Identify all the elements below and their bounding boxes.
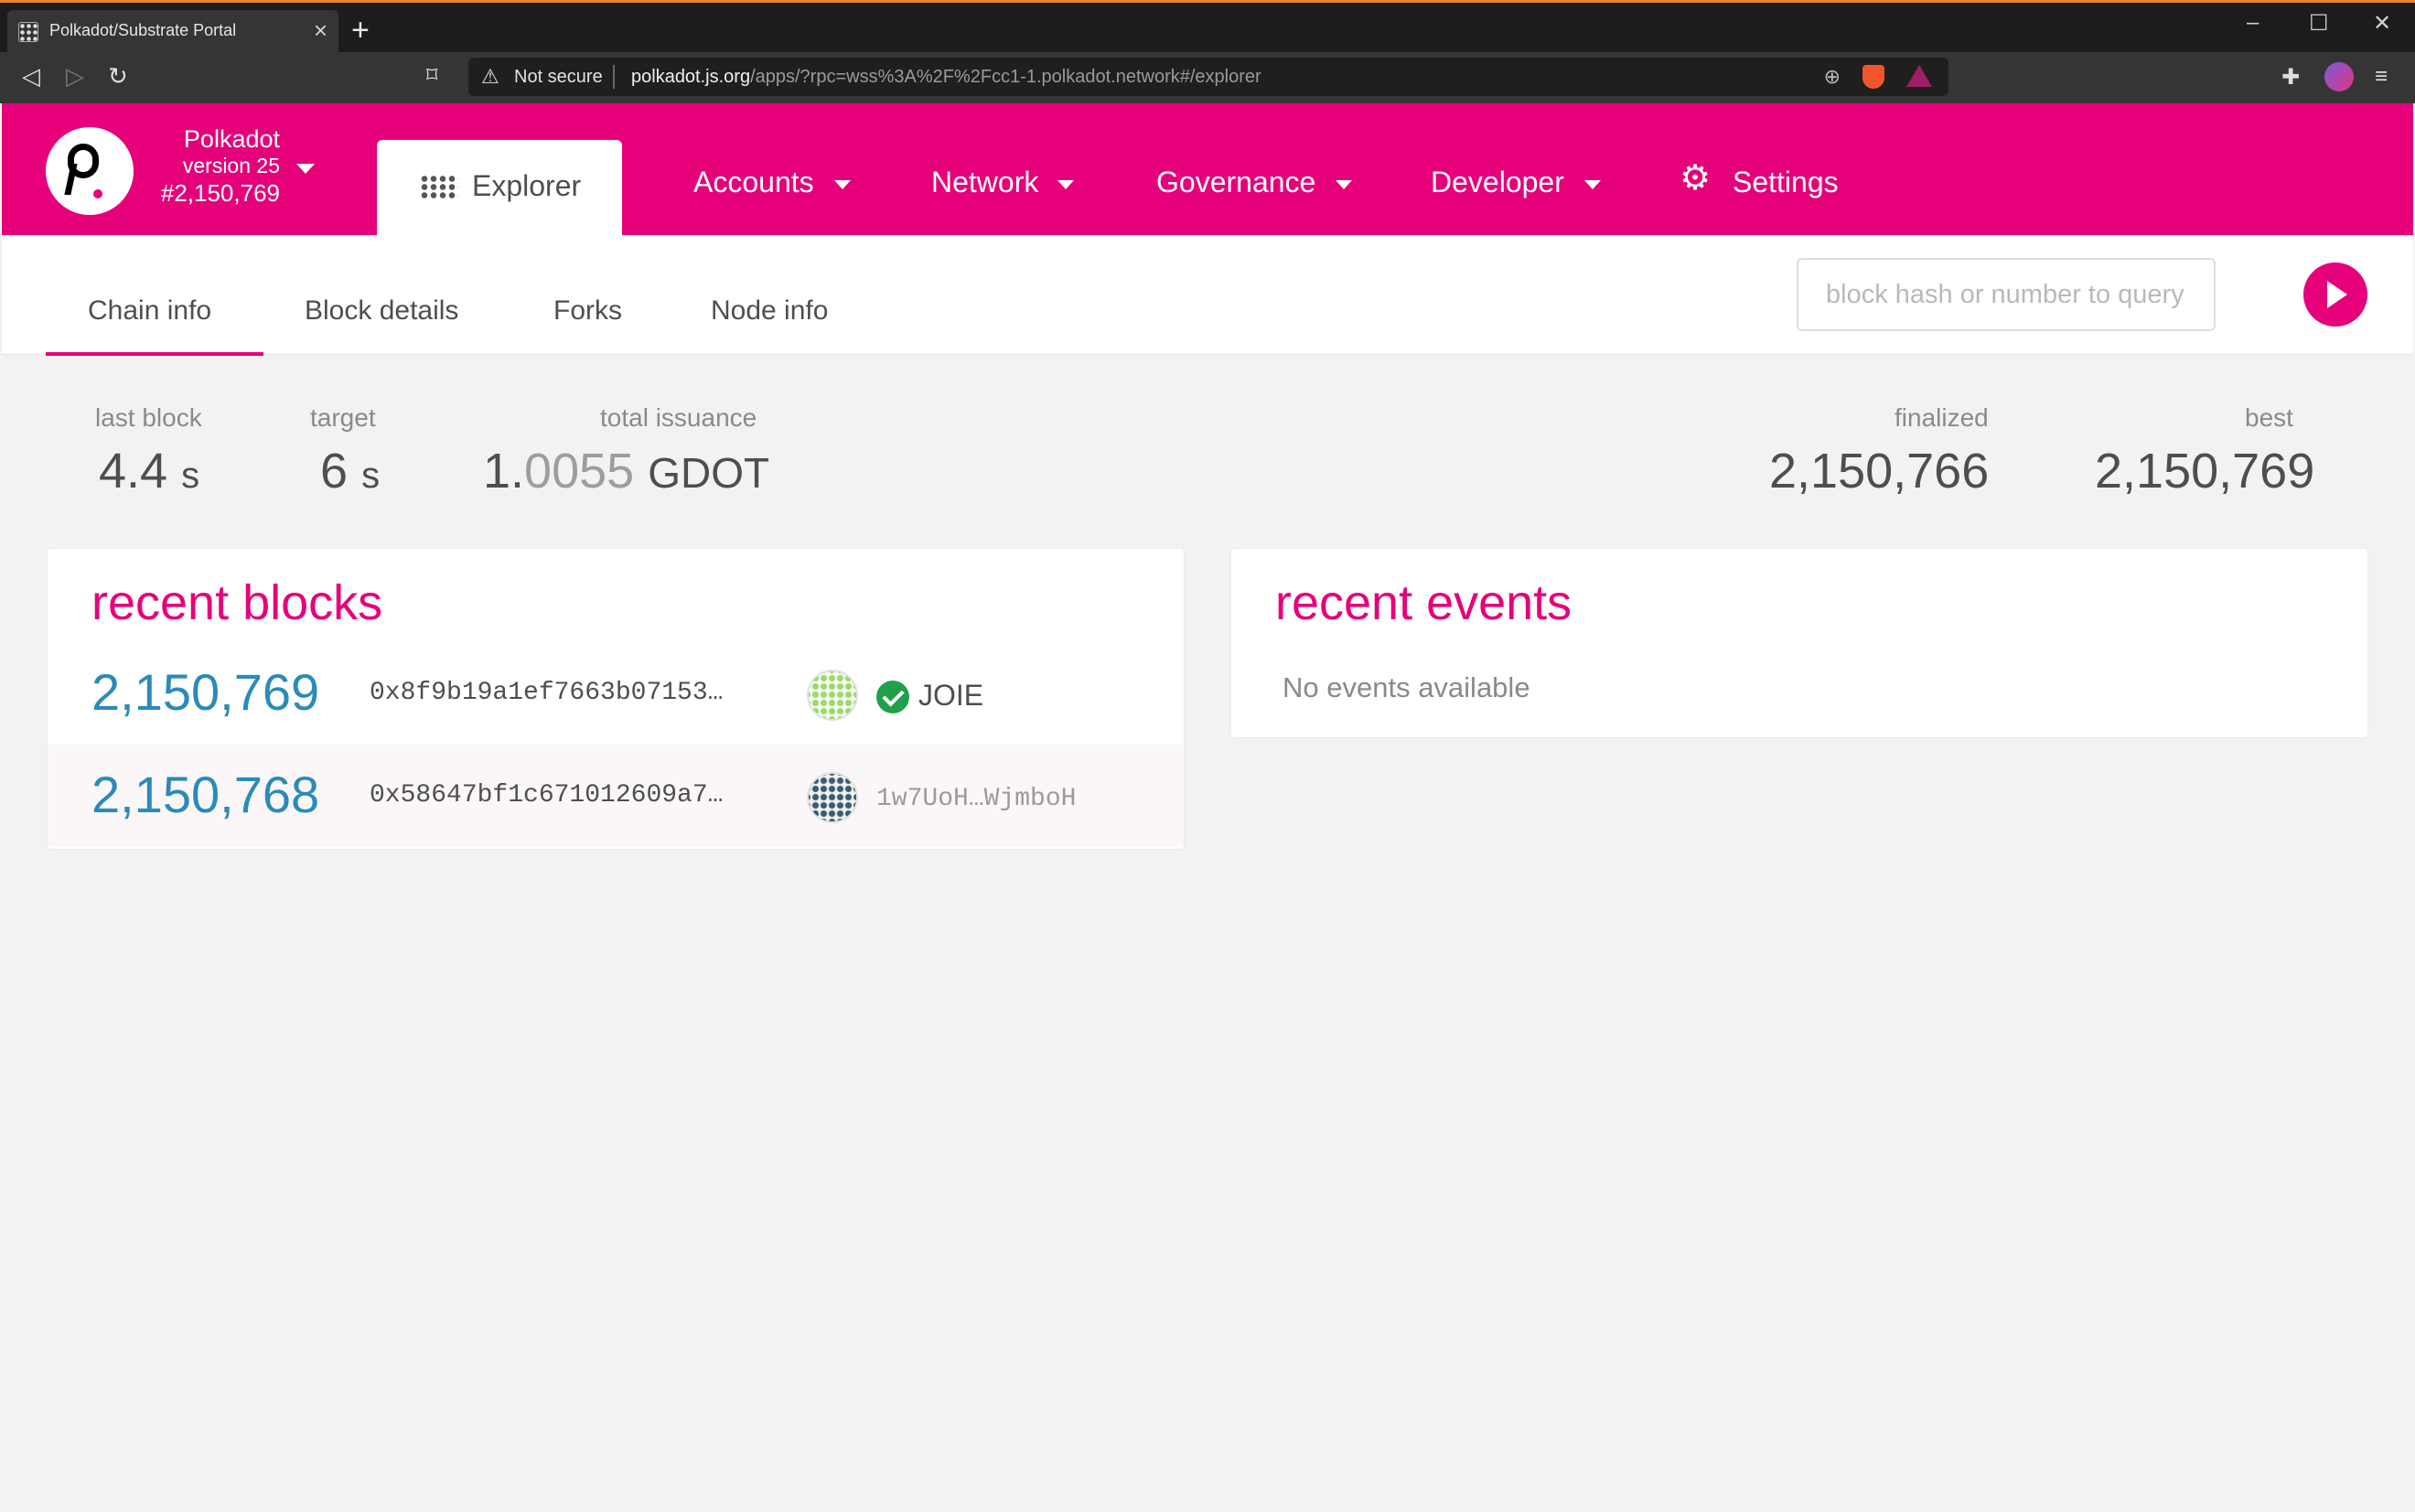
menu-network[interactable]: Network [931, 103, 1087, 235]
verified-check-icon [876, 681, 909, 713]
governance-caret-down-icon [1336, 180, 1352, 189]
menu-developer[interactable]: Developer [1431, 103, 1614, 235]
browser-tabstrip: Polkadot/Substrate Portal × + – ☐ ✕ [0, 3, 2415, 52]
browser-tab[interactable]: Polkadot/Substrate Portal × [7, 10, 338, 52]
zoom-icon[interactable]: ⊕ [1824, 65, 1841, 89]
browser-toolbar: ◁ ▷ ↻ ⌑ ⚠ Not secure polkadot.js.org/app… [0, 52, 2415, 103]
block-query-input[interactable] [1797, 258, 2216, 331]
issuance-unit: GDOT [648, 449, 770, 497]
menu-explorer[interactable]: Explorer [377, 140, 622, 235]
menu-explorer-label: Explorer [472, 169, 582, 202]
tab-forks[interactable]: Forks [553, 295, 622, 327]
minimize-icon[interactable]: – [2247, 10, 2259, 36]
extensions-icon[interactable]: ✚ [2281, 64, 2300, 91]
profile-avatar[interactable] [2324, 62, 2354, 91]
url-path: /apps/?rpc=wss%3A%2F%2Fcc1-1.polkadot.ne… [750, 67, 1261, 87]
recent-events-title: recent events [1275, 575, 1572, 630]
chain-best-block: #2,150,769 [160, 179, 280, 207]
block-author[interactable]: JOIE [918, 679, 983, 713]
target-unit: s [361, 456, 381, 496]
block-row: 2,150,769 0x8f9b19a1ef7663b07153… JOIE [48, 642, 1184, 745]
block-author-address[interactable]: 1w7UoH…WjmboH [876, 785, 1076, 813]
new-tab-icon[interactable]: + [351, 14, 370, 47]
tab-chain-info[interactable]: Chain info [88, 295, 211, 327]
last-block-label: last block [95, 403, 202, 432]
security-label[interactable]: Not secure [514, 67, 603, 88]
tab-close-icon[interactable]: × [314, 16, 327, 44]
app-header: Polkadot version 25 #2,150,769 Explorer … [2, 103, 2413, 235]
target-label: target [310, 403, 376, 432]
finalized-value: 2,150,766 [1769, 444, 1990, 499]
reload-icon[interactable]: ↻ [108, 62, 128, 90]
address-separator [613, 65, 615, 89]
logo-dot [93, 189, 102, 198]
network-caret-down-icon [1057, 180, 1074, 189]
menu-developer-label: Developer [1431, 166, 1564, 198]
block-number-link[interactable]: 2,150,769 [91, 662, 319, 722]
total-issuance-label: total issuance [600, 403, 757, 432]
issuance-fraction: 0055 [524, 444, 635, 499]
play-icon [2327, 281, 2347, 308]
recent-blocks-card: recent blocks 2,150,769 0x8f9b19a1ef7663… [48, 549, 1184, 849]
tab-node-info[interactable]: Node info [711, 295, 828, 327]
chain-caret-down-icon[interactable] [296, 164, 315, 174]
no-events-message: No events available [1283, 671, 1530, 703]
warning-icon[interactable]: ⚠ [481, 65, 499, 89]
bookmark-icon[interactable]: ⌑ [426, 62, 437, 90]
total-issuance-value: 1.0055 GDOT [483, 443, 769, 499]
best-value: 2,150,769 [2095, 444, 2315, 499]
explorer-grid-icon [420, 175, 458, 200]
menu-settings[interactable]: ⚙ Settings [1680, 103, 1853, 235]
menu-governance[interactable]: Governance [1156, 103, 1367, 235]
settings-gear-icon: ⚙ [1680, 159, 1712, 198]
url-text[interactable]: polkadot.js.org/apps/?rpc=wss%3A%2F%2Fcc… [631, 67, 1261, 88]
block-hash: 0x58647bf1c671012609a7… [370, 781, 724, 810]
logo-p-stem [64, 164, 78, 195]
brave-rewards-icon[interactable] [1906, 65, 1932, 87]
author-identicon[interactable] [807, 772, 858, 823]
browser-menu-icon[interactable]: ≡ [2375, 64, 2388, 90]
issuance-integer: 1. [483, 444, 525, 499]
last-block-unit: s [181, 456, 200, 496]
recent-events-card: recent events No events available [1231, 549, 2367, 737]
menu-network-label: Network [931, 166, 1039, 198]
address-bar[interactable]: ⚠ Not secure polkadot.js.org/apps/?rpc=w… [468, 58, 1948, 96]
finalized-label: finalized [1894, 403, 1989, 432]
block-hash: 0x8f9b19a1ef7663b07153… [370, 679, 724, 707]
chain-selector[interactable]: Polkadot version 25 #2,150,769 [146, 125, 280, 208]
best-label: best [2245, 403, 2293, 432]
developer-caret-down-icon [1584, 180, 1601, 189]
menu-settings-label: Settings [1733, 166, 1839, 198]
window-close-icon[interactable]: ✕ [2373, 10, 2391, 37]
back-icon[interactable]: ◁ [22, 62, 40, 90]
menu-accounts-label: Accounts [693, 166, 814, 198]
polkadot-favicon-icon [18, 22, 38, 42]
target-number: 6 [320, 444, 349, 499]
menu-accounts[interactable]: Accounts [693, 103, 867, 235]
block-row: 2,150,768 0x58647bf1c671012609a7… 1w7UoH… [48, 745, 1184, 847]
polkadot-logo[interactable] [46, 127, 134, 215]
chain-version: version 25 [182, 154, 280, 177]
last-block-number: 4.4 [99, 444, 168, 499]
tab-block-details[interactable]: Block details [305, 295, 458, 327]
explorer-subnav: Chain info Block details Forks Node info [2, 235, 2413, 356]
maximize-icon[interactable]: ☐ [2309, 10, 2329, 37]
active-tab-indicator [46, 352, 263, 356]
brave-shields-icon[interactable] [1862, 65, 1884, 89]
block-number-link[interactable]: 2,150,768 [91, 765, 319, 824]
last-block-value: 4.4 s [99, 443, 199, 499]
url-host: polkadot.js.org [631, 67, 751, 87]
chain-name: Polkadot [183, 125, 280, 153]
author-identicon[interactable] [807, 670, 858, 721]
forward-icon[interactable]: ▷ [66, 62, 84, 90]
query-submit-button[interactable] [2303, 263, 2367, 327]
tab-title: Polkadot/Substrate Portal [49, 21, 237, 39]
target-value: 6 s [320, 443, 380, 499]
menu-governance-label: Governance [1156, 166, 1316, 198]
accounts-caret-down-icon [834, 180, 851, 189]
recent-blocks-title: recent blocks [91, 575, 383, 630]
